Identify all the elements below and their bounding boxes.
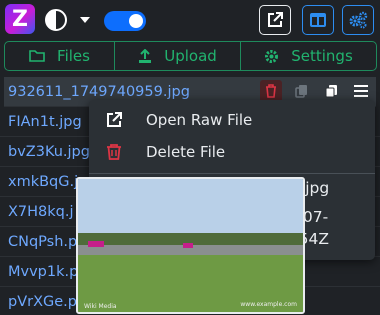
preview-watermark: www.example.com xyxy=(240,301,297,308)
upload-icon xyxy=(139,49,152,63)
gear-icon xyxy=(265,49,279,63)
file-link[interactable]: X7H8kq.j xyxy=(8,204,74,220)
copy-icon xyxy=(294,85,307,98)
theme-dropdown-caret-icon[interactable] xyxy=(80,17,90,23)
columns-icon xyxy=(310,13,326,27)
delete-file-item[interactable]: Delete File xyxy=(89,137,375,167)
trash-icon xyxy=(266,84,276,98)
layout-columns-button[interactable] xyxy=(302,5,334,35)
copy-raw-button[interactable] xyxy=(320,80,342,102)
top-bar: Z xyxy=(0,0,380,40)
file-link[interactable]: FIAn1t.jpg xyxy=(8,114,82,130)
toggle-knob xyxy=(129,14,143,28)
preview-marker xyxy=(183,243,193,248)
file-link[interactable]: 932611_1749740959.jpg xyxy=(8,84,190,100)
file-link[interactable]: xmkBqG.j xyxy=(8,174,78,190)
logo-letter: Z xyxy=(12,6,28,32)
gears-icon xyxy=(349,11,368,29)
tab-files-label: Files xyxy=(57,47,90,65)
file-link[interactable]: bvZ3Ku.jpg xyxy=(8,144,90,160)
external-link-icon xyxy=(107,112,122,127)
tab-settings[interactable]: Settings xyxy=(241,42,376,70)
hamburger-menu-icon xyxy=(354,85,368,97)
open-raw-file-item[interactable]: Open Raw File xyxy=(89,105,375,135)
trash-icon xyxy=(107,144,121,160)
preview-watermark: Wiki Media xyxy=(84,303,117,310)
file-link[interactable]: CNqPsh.p xyxy=(8,234,77,250)
copy-filled-icon xyxy=(325,85,337,98)
delete-file-label: Delete File xyxy=(146,143,226,161)
delete-row-button[interactable] xyxy=(260,80,282,102)
menu-divider xyxy=(89,173,375,174)
tab-files[interactable]: Files xyxy=(5,42,115,70)
row-menu-button[interactable] xyxy=(350,80,372,102)
folder-icon xyxy=(29,50,45,62)
tab-settings-label: Settings xyxy=(291,47,353,65)
preview-marker xyxy=(88,241,104,247)
settings-gears-button[interactable] xyxy=(342,5,374,35)
toggle-switch[interactable] xyxy=(104,11,146,31)
app-logo[interactable]: Z xyxy=(5,4,35,34)
image-preview: www.example.com Wiki Media xyxy=(76,177,305,314)
open-raw-file-label: Open Raw File xyxy=(146,111,253,129)
tab-upload-label: Upload xyxy=(164,47,217,65)
file-link[interactable]: Mvvp1k.p xyxy=(8,264,78,280)
open-external-button[interactable] xyxy=(259,5,291,35)
external-link-icon xyxy=(268,12,283,27)
tab-upload[interactable]: Upload xyxy=(115,42,241,70)
file-link[interactable]: pVrXGe.p xyxy=(8,294,77,310)
main-tabs: Files Upload Settings xyxy=(4,41,377,71)
copy-link-button[interactable] xyxy=(290,80,312,102)
theme-contrast-icon[interactable] xyxy=(45,9,67,31)
